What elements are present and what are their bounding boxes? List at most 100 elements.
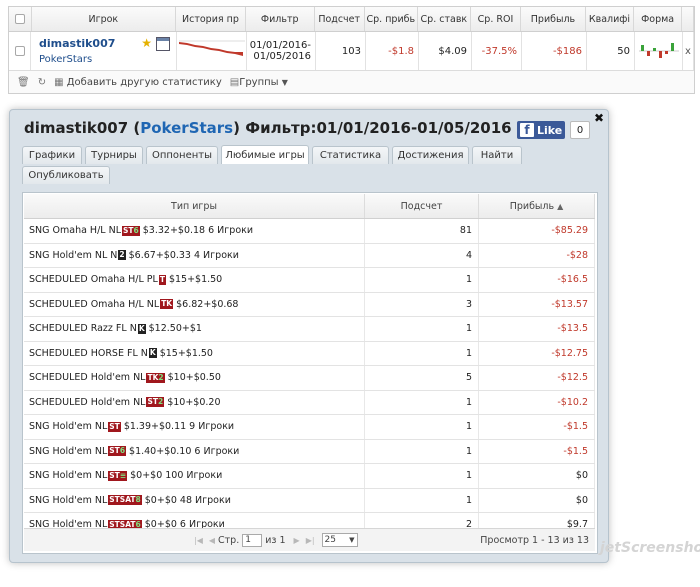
- last-page-icon[interactable]: ▶|: [306, 536, 315, 545]
- game-count-cell: 1: [365, 488, 479, 512]
- first-page-icon[interactable]: |◀: [194, 536, 203, 545]
- chevron-down-icon: ▼: [281, 77, 288, 87]
- tab-favorite-games[interactable]: Любимые игры: [221, 145, 309, 164]
- tournament-type-icon: ST6: [122, 225, 140, 236]
- col-form[interactable]: Форма: [634, 7, 683, 31]
- game-type-label: SNG Omaha H/L NL: [29, 225, 121, 237]
- col-player[interactable]: Игрок: [32, 7, 177, 31]
- col-count[interactable]: Подсчет: [315, 7, 365, 31]
- form-bar: [640, 45, 644, 51]
- row-select-cell[interactable]: [9, 32, 31, 70]
- col-avg-stake[interactable]: Ср. ставк: [418, 7, 471, 31]
- stats-row[interactable]: dimastik007 PokerStars ★ 01/01/2016- 01/…: [9, 32, 694, 71]
- game-row[interactable]: SNG Hold'em NL N 2 $6.67+$0.33 4 Игроки 4 -$…: [24, 243, 595, 268]
- game-row[interactable]: SCHEDULED HORSE FL N K $15+$1.50 1 -$12.75: [24, 341, 595, 366]
- game-row[interactable]: SNG Hold'em NL STSAT8 $0+$0 48 Игроки 1 $0: [24, 488, 595, 513]
- select-all-cell[interactable]: [9, 7, 32, 31]
- game-type-cell: SNG Hold'em NL ST≡ $0+$0 100 Игроки: [24, 464, 365, 488]
- qualif-cell: 50: [587, 32, 635, 70]
- groups-dropdown[interactable]: ▤Группы ▼: [230, 77, 288, 88]
- game-row[interactable]: SNG Omaha H/L NL ST6 $3.32+$0.18 6 Игроки 8…: [24, 219, 595, 244]
- dialog-title-suffix: ) Фильтр:01/01/2016-01/05/2016: [233, 119, 512, 137]
- prev-page-icon[interactable]: ◀: [209, 536, 215, 545]
- calendar-icon[interactable]: [156, 37, 170, 51]
- game-type-cell: SCHEDULED Omaha H/L PL T $15+$1.50: [24, 268, 365, 292]
- game-type-label: SCHEDULED Hold'em NL: [29, 372, 146, 384]
- facebook-like-label: Like: [537, 123, 563, 137]
- facebook-icon: f: [520, 123, 534, 137]
- player-name-link[interactable]: dimastik007: [39, 37, 115, 50]
- trash-icon[interactable]: 🗑: [17, 77, 30, 88]
- page-input[interactable]: 1: [242, 533, 263, 547]
- filter-cell: 01/01/2016- 01/05/2016: [247, 32, 316, 70]
- dialog-site-link[interactable]: PokerStars: [140, 119, 233, 137]
- tournament-type-code: TK: [161, 299, 173, 309]
- game-count-cell: 1: [365, 415, 479, 439]
- game-row[interactable]: SCHEDULED Omaha H/L NL TK $6.82+$0.68 3 -$13…: [24, 292, 595, 317]
- add-stat-button[interactable]: ▦ Добавить другую статистику: [54, 77, 222, 88]
- game-row[interactable]: SCHEDULED Razz FL N K $12.50+$1 1 -$13.5: [24, 317, 595, 342]
- tab-statistics[interactable]: Статистика: [312, 146, 389, 164]
- add-stat-icon: ▦: [54, 76, 64, 88]
- col-filter[interactable]: Фильтр: [246, 7, 315, 31]
- next-page-icon[interactable]: ▶: [294, 536, 300, 545]
- tab-opponents[interactable]: Оппоненты: [146, 146, 218, 164]
- col-history[interactable]: История пр: [176, 7, 246, 31]
- col-remove: [682, 7, 695, 31]
- sort-icon: ▲: [557, 201, 564, 211]
- col-avg-roi[interactable]: Ср. ROI: [471, 7, 522, 31]
- form-bar: [658, 51, 662, 58]
- tournament-type-suffix: 6: [133, 225, 139, 235]
- col-game-profit-label: Прибыль: [509, 200, 555, 212]
- page-of-label: из 1: [265, 534, 286, 546]
- stats-grid-header: Игрок История пр Фильтр Подсчет Ср. приб…: [9, 7, 695, 32]
- avg-roi-cell: -37.5%: [472, 32, 522, 70]
- game-buyin: $1.39+$0.11 9 Игроки: [123, 421, 235, 433]
- game-type-label: SNG Hold'em NL: [29, 445, 108, 457]
- game-profit-cell: -$28: [479, 243, 595, 267]
- col-profit[interactable]: Прибыль: [521, 7, 586, 31]
- row-checkbox[interactable]: [14, 46, 25, 56]
- col-avg-profit[interactable]: Ср. прибь: [365, 7, 418, 31]
- tab-publish[interactable]: Опубликовать: [22, 166, 110, 184]
- tournament-type-code: K: [138, 323, 145, 333]
- col-game-count[interactable]: Подсчет: [365, 194, 479, 218]
- game-profit-cell: -$12.5: [479, 366, 595, 390]
- game-count-cell: 1: [365, 317, 479, 341]
- player-site-link[interactable]: PokerStars: [39, 54, 92, 65]
- tournament-type-icon: T: [158, 274, 166, 285]
- col-game-profit[interactable]: Прибыль ▲: [479, 194, 595, 218]
- game-row[interactable]: SCHEDULED Hold'em NL TK2 $10+$0.50 5 -$12.5: [24, 366, 595, 391]
- game-count-cell: 1: [365, 464, 479, 488]
- per-page-select[interactable]: 25 ▼: [321, 533, 358, 547]
- refresh-icon[interactable]: ↻: [38, 77, 46, 88]
- col-qualif[interactable]: Квалифі: [586, 7, 635, 31]
- tab-tournaments[interactable]: Турниры: [85, 146, 143, 164]
- game-type-cell: SCHEDULED Hold'em NL TK2 $10+$0.50: [24, 366, 365, 390]
- tournament-type-icon: ST≡: [108, 470, 128, 481]
- game-type-cell: SCHEDULED Razz FL N K $12.50+$1: [24, 317, 365, 341]
- game-row[interactable]: SNG Hold'em NL ST6 $1.40+$0.10 6 Игроки 1 -$…: [24, 439, 595, 464]
- game-type-label: SCHEDULED Omaha H/L NL: [29, 298, 160, 310]
- game-row[interactable]: SNG Hold'em NL ST≡ $0+$0 100 Игроки 1 $0: [24, 464, 595, 489]
- game-row[interactable]: SNG Hold'em NL ST $1.39+$0.11 9 Игроки 1 -$1…: [24, 415, 595, 440]
- form-bar: [664, 51, 668, 54]
- close-icon[interactable]: ✖: [594, 111, 604, 125]
- game-row[interactable]: SCHEDULED Hold'em NL ST2 $10+$0.20 1 -$10.2: [24, 390, 595, 415]
- tab-charts[interactable]: Графики: [22, 146, 82, 164]
- remove-row-button[interactable]: x: [683, 32, 694, 70]
- col-game-type[interactable]: Тип игры: [24, 194, 365, 218]
- game-buyin: $0+$0 100 Игроки: [130, 470, 223, 482]
- tab-achievements[interactable]: Достижения: [392, 146, 469, 164]
- tournament-type-code: ST: [109, 446, 120, 456]
- game-row[interactable]: SCHEDULED Omaha H/L PL T $15+$1.50 1 -$16.5: [24, 268, 595, 293]
- star-icon[interactable]: ★: [141, 36, 152, 50]
- add-stat-label: Добавить другую статистику: [66, 76, 222, 88]
- game-profit-cell: -$12.75: [479, 341, 595, 365]
- game-buyin: $0+$0 48 Игроки: [144, 494, 231, 506]
- game-profit-cell: $0: [479, 488, 595, 512]
- tab-find[interactable]: Найти: [472, 146, 522, 164]
- tournament-type-suffix: 2: [158, 372, 164, 382]
- select-all-checkbox[interactable]: [14, 14, 25, 24]
- facebook-like-button[interactable]: f Like: [517, 121, 565, 139]
